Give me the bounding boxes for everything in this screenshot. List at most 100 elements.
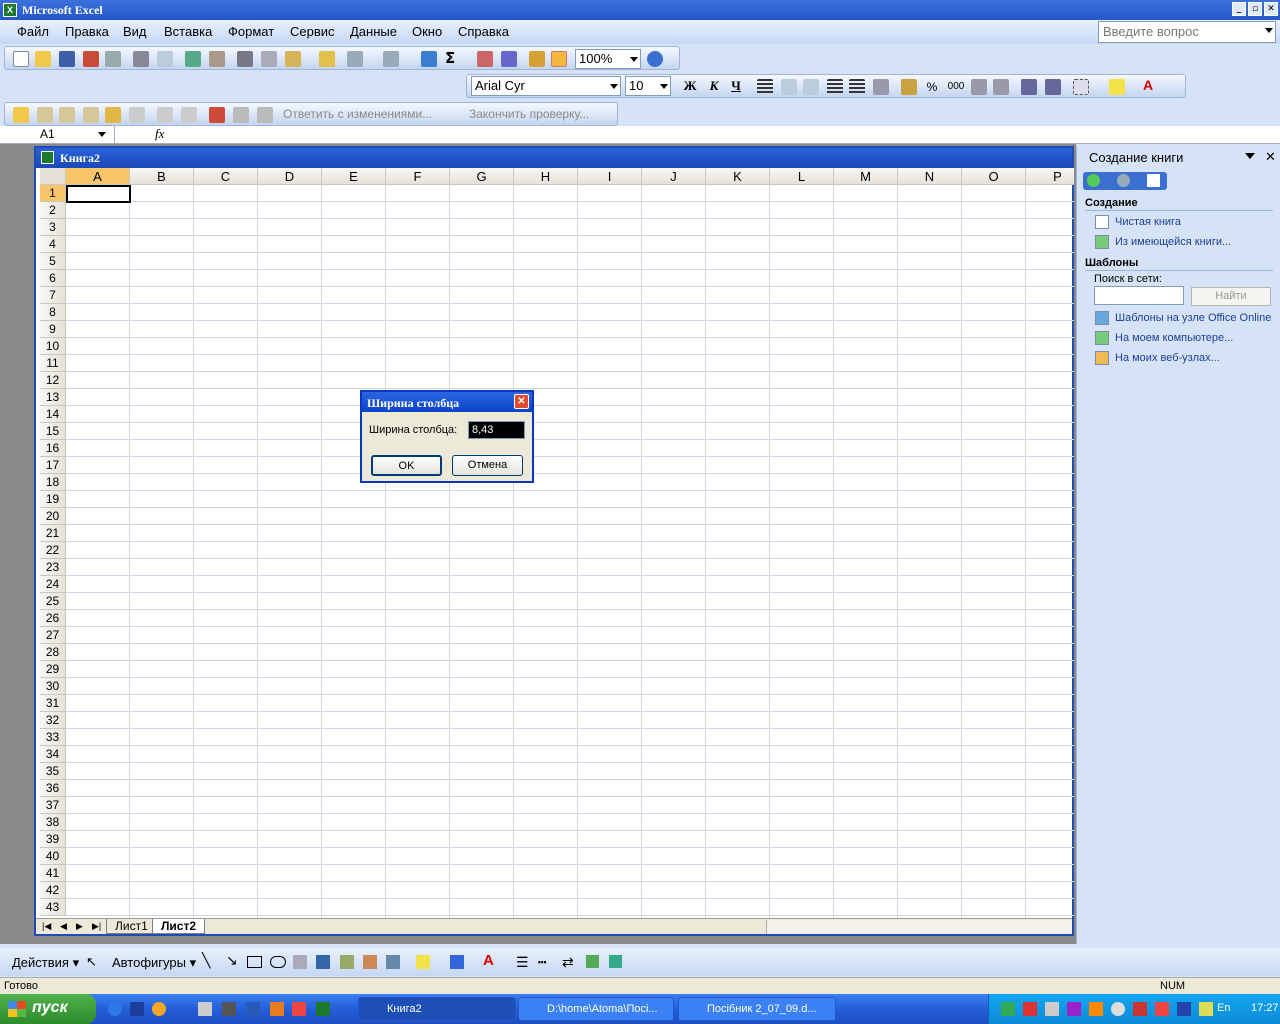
redo-icon[interactable] <box>383 51 399 67</box>
cut-icon[interactable] <box>237 51 253 67</box>
excel-icon[interactable] <box>316 1002 330 1016</box>
font-color-icon[interactable]: A <box>1143 77 1159 93</box>
row-header[interactable]: 29 <box>40 661 66 678</box>
insert-function-button[interactable]: fx <box>155 126 164 142</box>
web-sites-link[interactable]: На моих веб-узлах... <box>1115 352 1220 364</box>
font-color-icon[interactable]: A <box>483 952 494 969</box>
open-icon[interactable] <box>35 51 51 67</box>
row-header[interactable]: 26 <box>40 610 66 627</box>
restore-button[interactable]: ▫ <box>1248 2 1262 16</box>
permission-icon[interactable] <box>83 51 99 67</box>
research-icon[interactable] <box>209 51 225 67</box>
row-header[interactable]: 5 <box>40 253 66 270</box>
column-header[interactable]: P <box>1026 168 1074 185</box>
column-header[interactable]: L <box>770 168 834 185</box>
drawing-icon[interactable] <box>551 51 567 67</box>
increase-decimal-icon[interactable] <box>971 79 987 95</box>
task-pane-close-icon[interactable]: ✕ <box>1265 149 1276 165</box>
new-comment-icon[interactable] <box>13 107 29 123</box>
tray-icon[interactable] <box>1001 1002 1015 1016</box>
ie-icon[interactable] <box>108 1002 122 1016</box>
task-pane-menu-icon[interactable] <box>1245 153 1255 159</box>
tray-icon[interactable] <box>1155 1002 1169 1016</box>
row-header[interactable]: 43 <box>40 899 66 916</box>
delete-comment-icon[interactable] <box>129 107 145 123</box>
show-comment-icon[interactable] <box>83 107 99 123</box>
italic-button[interactable]: К <box>705 78 723 94</box>
chevron-down-icon[interactable] <box>630 57 638 62</box>
column-header[interactable]: H <box>514 168 578 185</box>
row-header[interactable]: 33 <box>40 729 66 746</box>
show-all-comments-icon[interactable] <box>105 107 121 123</box>
row-header[interactable]: 9 <box>40 321 66 338</box>
autoshapes-menu[interactable]: Автофигуры ▾ <box>112 955 196 971</box>
row-header[interactable]: 27 <box>40 627 66 644</box>
underline-button[interactable]: Ч <box>727 78 745 94</box>
row-header[interactable]: 30 <box>40 678 66 695</box>
taskbar-item-word[interactable]: Посібник 2_07_09.d... <box>678 997 836 1021</box>
column-header[interactable]: G <box>450 168 514 185</box>
home-icon[interactable] <box>1147 174 1160 187</box>
menu-data[interactable]: Данные <box>350 24 397 39</box>
start-button[interactable]: пуск <box>0 994 96 1024</box>
update-file-icon[interactable] <box>233 107 249 123</box>
textbox-icon[interactable] <box>293 955 307 969</box>
close-button[interactable]: ✕ <box>1264 2 1278 16</box>
new-icon[interactable] <box>13 51 29 67</box>
row-header[interactable]: 34 <box>40 746 66 763</box>
menu-insert[interactable]: Вставка <box>164 24 212 39</box>
column-header[interactable]: O <box>962 168 1026 185</box>
chevron-down-icon[interactable] <box>610 84 618 89</box>
row-header[interactable]: 37 <box>40 797 66 814</box>
column-header[interactable]: I <box>578 168 642 185</box>
track-changes-icon[interactable] <box>157 107 173 123</box>
column-header[interactable]: D <box>258 168 322 185</box>
diagram-icon[interactable] <box>340 955 354 969</box>
line-color-icon[interactable] <box>450 955 464 969</box>
tray-icon[interactable] <box>1089 1002 1103 1016</box>
first-sheet-icon[interactable]: |◀ <box>42 921 51 932</box>
currency-icon[interactable] <box>901 79 917 95</box>
row-header[interactable]: 31 <box>40 695 66 712</box>
font-name-select[interactable]: Arial Cyr <box>471 76 621 96</box>
row-header[interactable]: 16 <box>40 440 66 457</box>
computer-templates-link[interactable]: На моем компьютере... <box>1115 332 1233 344</box>
menu-format[interactable]: Формат <box>228 24 274 39</box>
print-icon[interactable] <box>133 51 149 67</box>
row-header[interactable]: 28 <box>40 644 66 661</box>
borders-icon[interactable] <box>1073 79 1089 95</box>
select-objects-icon[interactable]: ↖ <box>86 954 97 970</box>
column-width-input[interactable]: 8,43 <box>468 421 525 439</box>
arrow-icon[interactable]: ↘ <box>226 952 238 969</box>
row-header[interactable]: 15 <box>40 423 66 440</box>
sort-ascending-icon[interactable] <box>477 51 493 67</box>
menu-edit[interactable]: Правка <box>65 24 109 39</box>
discussion-icon[interactable] <box>257 107 273 123</box>
find-button[interactable]: Найти <box>1191 287 1271 306</box>
row-header[interactable]: 3 <box>40 219 66 236</box>
ask-question-box[interactable]: Введите вопрос <box>1098 21 1276 43</box>
fill-color-icon[interactable] <box>1109 79 1125 95</box>
taskbar-item-excel[interactable]: Книга2 <box>358 997 516 1021</box>
row-header[interactable]: 21 <box>40 525 66 542</box>
menu-tools[interactable]: Сервис <box>290 24 335 39</box>
picture-icon[interactable] <box>386 955 400 969</box>
row-header[interactable]: 35 <box>40 763 66 780</box>
row-header[interactable]: 24 <box>40 576 66 593</box>
column-header[interactable]: A <box>66 168 130 185</box>
forward-icon[interactable] <box>1117 174 1130 187</box>
next-sheet-icon[interactable]: ▶ <box>76 921 83 932</box>
font-size-select[interactable]: 10 <box>625 76 671 96</box>
row-header[interactable]: 32 <box>40 712 66 729</box>
copy-icon[interactable] <box>261 51 277 67</box>
clipart-icon[interactable] <box>363 955 377 969</box>
align-center-icon[interactable] <box>827 79 843 95</box>
menu-view[interactable]: Вид <box>123 24 147 39</box>
menu-file[interactable]: Файл <box>17 24 49 39</box>
paste-icon[interactable] <box>285 51 301 67</box>
tray-icon[interactable] <box>1199 1002 1213 1016</box>
format-painter-icon[interactable] <box>319 51 335 67</box>
row-header[interactable]: 13 <box>40 389 66 406</box>
row-header[interactable]: 42 <box>40 882 66 899</box>
row-header[interactable]: 7 <box>40 287 66 304</box>
